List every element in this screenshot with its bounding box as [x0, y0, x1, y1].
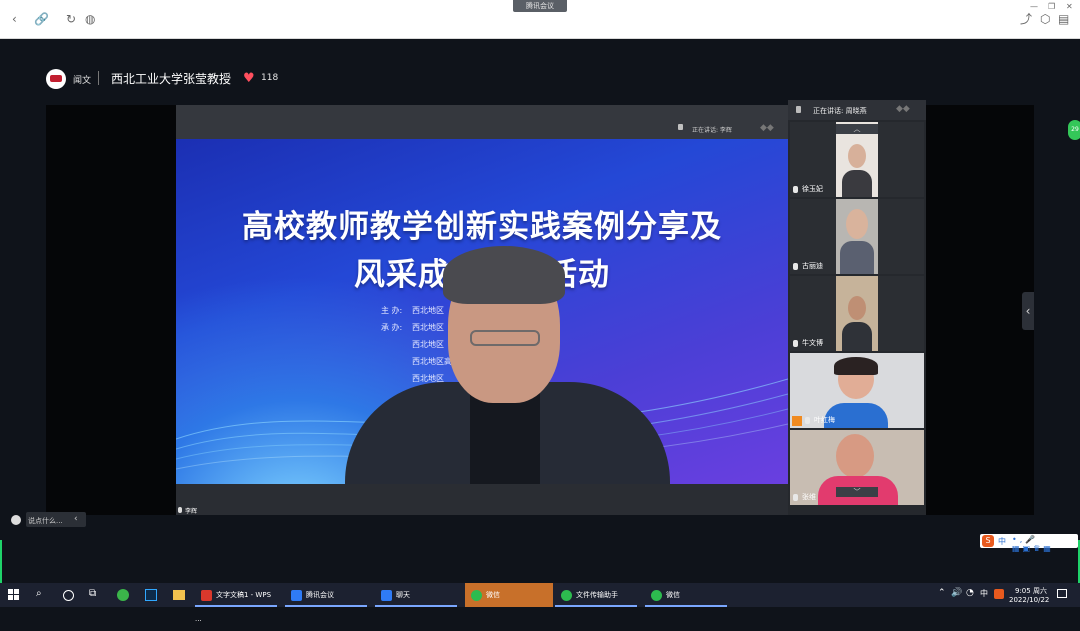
meeting-icon: [291, 589, 302, 601]
participant-face: [848, 296, 866, 320]
slide-host-value: 西北地区: [412, 323, 444, 332]
slide-line: 西北地区高: [412, 357, 452, 366]
ime-mode: 中: [998, 537, 1006, 546]
note-icon[interactable]: ▤: [1058, 12, 1069, 26]
chat-icon: [381, 589, 392, 601]
participant-face: [836, 434, 874, 478]
wechat-icon: [561, 589, 572, 601]
participant-tile[interactable]: 牛文博: [790, 276, 924, 351]
corner-accent: [0, 540, 2, 583]
notification-icon[interactable]: [1057, 589, 1067, 598]
speaking-indicator: 正在讲话: 李辉: [692, 127, 732, 134]
heart-icon[interactable]: ♥: [243, 72, 257, 85]
mic-icon: [805, 417, 810, 424]
panel-speaking-indicator: 正在讲话: 周晓燕: [813, 107, 867, 115]
tray-ime[interactable]: 中: [980, 588, 988, 599]
participant-name: 牛文博: [802, 339, 823, 347]
taskbar-app-chat[interactable]: 聊天: [375, 583, 457, 607]
page-title: 西北工业大学张莹教授: [111, 72, 232, 86]
wechat-icon: [471, 589, 482, 601]
mic-icon: [793, 263, 798, 270]
participant-body: [840, 241, 874, 274]
presenter-hair: [443, 246, 565, 304]
speaker-icon: [796, 106, 801, 113]
participant-face: [846, 209, 868, 239]
task-view-icon[interactable]: ⧉: [89, 588, 96, 599]
signal-icon: ◆◆: [760, 123, 774, 133]
ime-tools-icon: •,🎤▦▣♛▦: [1012, 535, 1054, 553]
network-icon[interactable]: ◔: [966, 588, 974, 598]
like-count: 118: [261, 73, 279, 83]
channel-name: 闻文: [73, 76, 92, 86]
speaker-icon: [678, 124, 683, 130]
mic-icon: [793, 340, 798, 347]
cortana-icon[interactable]: [63, 590, 74, 601]
participant-body: [842, 322, 872, 351]
participant-tile[interactable]: 古丽迪: [790, 199, 924, 274]
cube-icon[interactable]: ⬡: [1040, 12, 1050, 26]
folder-app-icon[interactable]: [173, 590, 185, 600]
refresh-icon[interactable]: ↻: [66, 12, 76, 26]
participant-tile[interactable]: ︿ 徐玉妃: [790, 122, 924, 197]
participant-face: [848, 144, 866, 168]
minimize-icon[interactable]: —: [1030, 2, 1038, 11]
presenter-collar: [470, 392, 540, 484]
windows-start-icon[interactable]: [8, 589, 20, 601]
collapse-panel-button[interactable]: ‹: [1022, 292, 1034, 330]
taskbar-app-wechat[interactable]: 微信: [465, 583, 553, 607]
scroll-up-icon[interactable]: ︿: [836, 124, 878, 134]
participant-tile[interactable]: ﹀ 张维: [790, 430, 924, 505]
participant-name: 古丽迪: [802, 262, 823, 270]
taskbar-app-meeting[interactable]: 腾讯会议: [285, 583, 367, 607]
tray-chevron-icon[interactable]: ⌃: [938, 588, 946, 598]
photoshop-app-icon[interactable]: [145, 589, 157, 601]
participant-name: 徐玉妃: [802, 185, 823, 193]
taskbar-app-file-transfer[interactable]: 文件传输助手: [555, 583, 637, 607]
person-icon: [792, 416, 802, 426]
globe-icon[interactable]: ◍: [85, 12, 95, 26]
float-badge[interactable]: 29: [1068, 120, 1080, 140]
participant-hair: [834, 357, 878, 375]
mic-icon: [178, 507, 182, 513]
chat-placeholder: 说点什么...: [28, 517, 63, 525]
presenter-glasses: [470, 330, 540, 346]
sogou-tray-icon[interactable]: [994, 589, 1004, 599]
taskbar-app-wechat-2[interactable]: 微信: [645, 583, 727, 607]
slide-line: 西北地区: [412, 340, 444, 349]
slide-host-label: 承 办:: [381, 323, 403, 332]
chevron-left-icon[interactable]: ‹: [74, 514, 78, 524]
browser-app-icon[interactable]: [117, 589, 129, 601]
slide-title-line1: 高校教师教学创新实践案例分享及: [242, 209, 722, 245]
wps-icon: [201, 589, 212, 601]
participant-name: 叶红梅: [814, 416, 835, 424]
participant-name: 张维: [802, 493, 816, 501]
scroll-down-icon[interactable]: ﹀: [836, 487, 878, 497]
slide-organizer-label: 主 办:: [381, 306, 403, 315]
main-participant-name: 李辉: [185, 508, 198, 515]
sogou-icon: S: [982, 535, 994, 547]
link-icon[interactable]: 🔗: [34, 12, 49, 26]
emoji-icon[interactable]: [11, 515, 21, 525]
close-icon[interactable]: ✕: [1066, 2, 1073, 11]
search-icon[interactable]: ⌕: [36, 588, 42, 599]
channel-logo: [46, 69, 66, 89]
participant-tile[interactable]: 叶红梅: [790, 353, 924, 428]
slide-organizer-value: 西北地区: [412, 306, 444, 315]
back-icon[interactable]: ‹: [12, 12, 17, 26]
taskbar-app-wps[interactable]: 文字文稿1 - WPS ...: [195, 583, 277, 623]
ime-toolbar[interactable]: S 中 •,🎤▦▣♛▦: [980, 534, 1078, 553]
signal-icon: ◆◆: [896, 104, 910, 114]
mic-icon: [793, 494, 798, 501]
maximize-icon[interactable]: ❐: [1048, 2, 1055, 11]
window-tab[interactable]: 腾讯会议: [513, 0, 567, 12]
share-icon[interactable]: ⤴: [1020, 12, 1032, 26]
participant-body: [842, 170, 872, 197]
clock-date[interactable]: 2022/10/22: [1009, 596, 1049, 604]
wechat-icon: [651, 589, 662, 601]
volume-icon[interactable]: 🔊: [951, 588, 962, 598]
clock-time[interactable]: 9:05 周六: [1015, 586, 1047, 596]
mic-icon: [793, 186, 798, 193]
divider: [98, 71, 99, 85]
main-video-footer: [176, 484, 788, 515]
